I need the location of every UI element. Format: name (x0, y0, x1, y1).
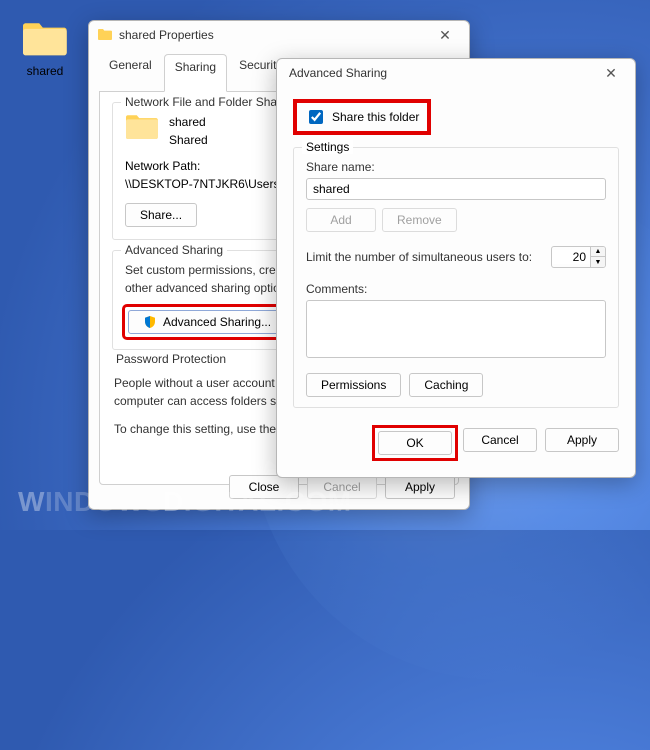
caching-button[interactable]: Caching (409, 373, 483, 397)
advanced-sharing-button-label: Advanced Sharing... (163, 315, 271, 329)
close-button[interactable]: ✕ (427, 24, 463, 46)
group-legend: Password Protection (112, 352, 230, 366)
share-name-label: Share name: (306, 160, 606, 174)
close-button[interactable]: ✕ (593, 62, 629, 84)
spinner-up[interactable]: ▲ (591, 246, 605, 257)
advanced-sharing-title: Advanced Sharing (285, 66, 593, 80)
highlight-share-checkbox: Share this folder (293, 99, 431, 135)
share-this-folder-checkbox[interactable]: Share this folder (305, 107, 419, 127)
highlight-ok-button: OK (375, 428, 455, 458)
share-name-text: shared (169, 113, 208, 131)
advanced-sharing-button[interactable]: Advanced Sharing... (128, 310, 286, 334)
settings-legend: Settings (302, 140, 353, 154)
advanced-sharing-titlebar: Advanced Sharing ✕ (277, 59, 635, 87)
group-legend: Network File and Folder Sharing (121, 95, 301, 109)
share-status-text: Shared (169, 131, 208, 149)
group-legend: Advanced Sharing (121, 243, 227, 257)
properties-titlebar: shared Properties ✕ (89, 21, 469, 49)
limit-users-input[interactable] (552, 250, 590, 264)
tab-general[interactable]: General (99, 53, 162, 91)
advanced-sharing-body: Share this folder Settings Share name: A… (277, 87, 635, 418)
desktop-folder-label: shared (14, 64, 76, 78)
password-change-pretext: To change this setting, use the (114, 422, 279, 436)
share-name-input[interactable] (306, 178, 606, 200)
desktop-folder-shared[interactable]: shared (14, 20, 76, 78)
limit-users-spinner[interactable]: ▲ ▼ (551, 246, 606, 268)
remove-share-button: Remove (382, 208, 457, 232)
share-this-folder-input[interactable] (309, 110, 323, 124)
highlight-advanced-sharing: Advanced Sharing... (125, 307, 289, 337)
advanced-sharing-bottom-buttons: OK Cancel Apply (277, 418, 635, 472)
folder-icon (125, 113, 159, 143)
share-button[interactable]: Share... (125, 203, 197, 227)
cancel-button[interactable]: Cancel (463, 428, 537, 452)
apply-button[interactable]: Apply (545, 428, 619, 452)
comments-input[interactable] (306, 300, 606, 358)
watermark-text: INDOWS (45, 486, 163, 517)
permissions-button[interactable]: Permissions (306, 373, 401, 397)
limit-users-label: Limit the number of simultaneous users t… (306, 250, 532, 264)
spinner-down[interactable]: ▼ (591, 257, 605, 268)
comments-label: Comments: (306, 282, 606, 296)
properties-title: shared Properties (119, 28, 427, 42)
tab-sharing[interactable]: Sharing (164, 54, 227, 92)
folder-icon (97, 27, 113, 43)
watermark: WINDOWSDIGITAL.COM (18, 486, 352, 518)
advanced-sharing-dialog: Advanced Sharing ✕ Share this folder Set… (276, 58, 636, 478)
ok-button[interactable]: OK (378, 431, 452, 455)
folder-icon (21, 20, 69, 58)
settings-fieldset: Settings Share name: Add Remove Limit th… (293, 147, 619, 408)
shield-icon (143, 315, 157, 329)
share-this-folder-label: Share this folder (332, 110, 419, 124)
add-share-button: Add (306, 208, 376, 232)
apply-button[interactable]: Apply (385, 475, 455, 499)
